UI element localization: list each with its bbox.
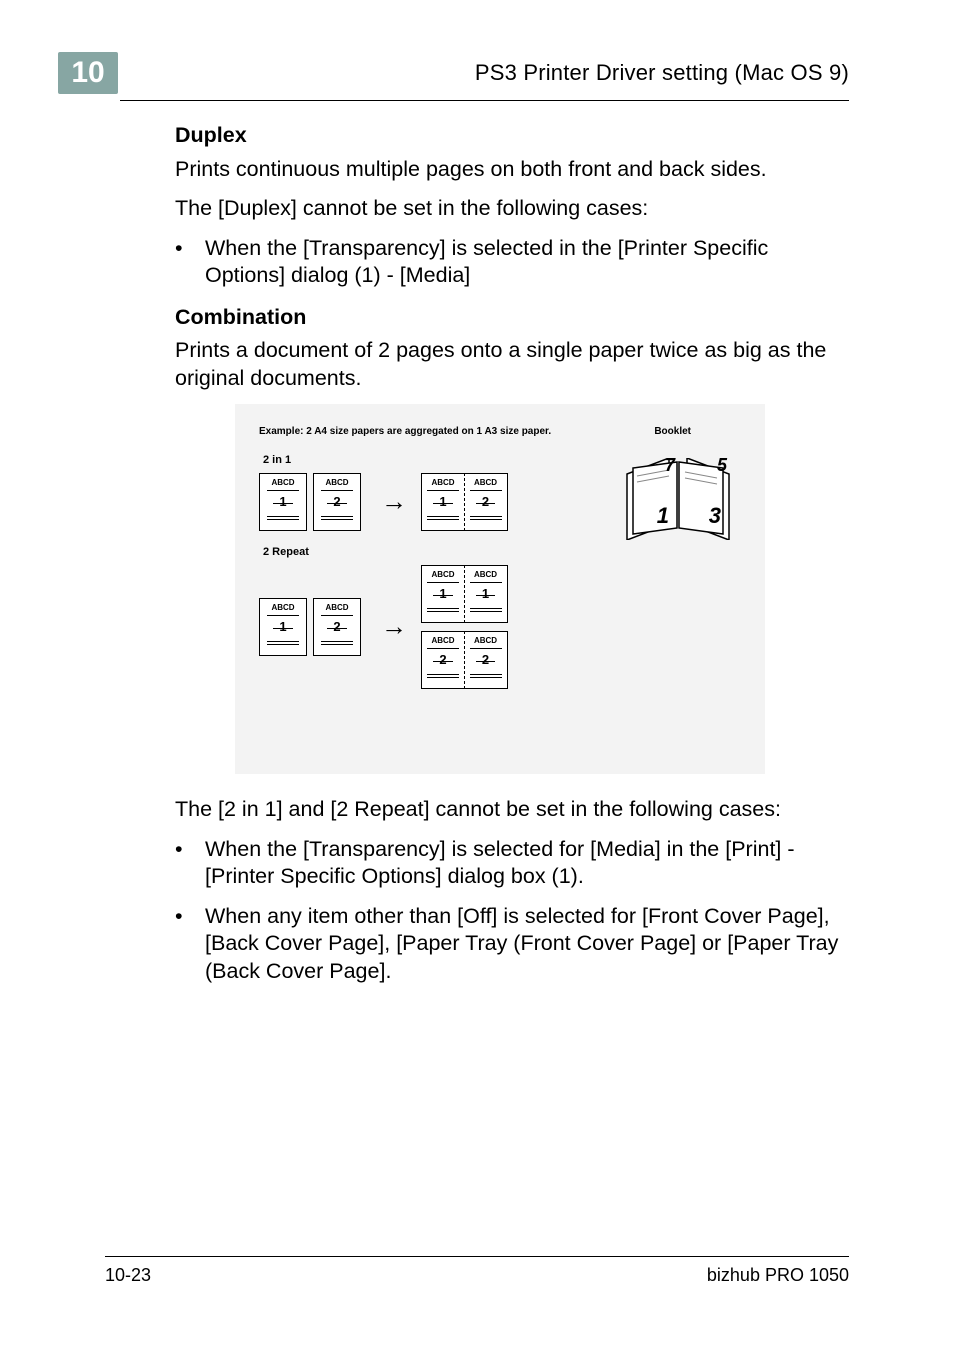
- page-line: [470, 674, 502, 675]
- booklet-back-left-num: 7: [665, 454, 675, 477]
- page-box-2in1-src-2: ABCD 2: [313, 473, 361, 531]
- combination-bullet-2-text: When any item other than [Off] is select…: [205, 903, 849, 986]
- combination-bullet-1: • When the [Transparency] is selected fo…: [175, 836, 849, 891]
- header-rule: [120, 100, 849, 101]
- duplex-bullet-1-text: When the [Transparency] is selected in t…: [205, 235, 849, 290]
- arrow-right-icon: →: [381, 610, 407, 643]
- abcd-label: ABCD: [271, 603, 294, 613]
- page-line: [267, 644, 299, 645]
- figure-caption-right: Booklet: [654, 426, 691, 439]
- page-line: [427, 516, 459, 517]
- arrow-right-icon: →: [381, 485, 407, 518]
- page-line: [470, 648, 502, 649]
- page-line: [321, 615, 353, 616]
- page-box-2repeat-src-2: ABCD 2: [313, 598, 361, 656]
- page-line: [267, 641, 299, 642]
- combination-note: The [2 in 1] and [2 Repeat] cannot be se…: [175, 796, 849, 824]
- booklet-back-right-num: 5: [717, 454, 727, 477]
- page-box-2repeat-result-1: ABCD 1 ABCD 1: [421, 565, 508, 623]
- chapter-number-badge: 10: [58, 52, 118, 94]
- combination-bullet-2: • When any item other than [Off] is sele…: [175, 903, 849, 986]
- page-num-2: 2: [333, 494, 340, 511]
- page-num-1: 1: [482, 586, 489, 603]
- page-line: [427, 648, 459, 649]
- combination-heading: Combination: [175, 304, 849, 332]
- combination-bullet-1-text: When the [Transparency] is selected for …: [205, 836, 849, 891]
- page-line: [321, 644, 353, 645]
- page-line: [267, 516, 299, 517]
- page-num-1: 1: [439, 586, 446, 603]
- duplex-intro: Prints continuous multiple pages on both…: [175, 156, 849, 184]
- abcd-label: ABCD: [474, 570, 497, 580]
- page-line: [427, 582, 459, 583]
- page-line: [321, 516, 353, 517]
- page-line: [321, 641, 353, 642]
- page-line: [470, 611, 502, 612]
- page-line: [427, 490, 459, 491]
- abcd-label: ABCD: [431, 478, 454, 488]
- page-line: [427, 674, 459, 675]
- page-num-1: 1: [439, 494, 446, 511]
- page-line: [427, 519, 459, 520]
- booklet-front-right-num: 3: [709, 502, 721, 530]
- page-line: [427, 608, 459, 609]
- page-num-2: 2: [439, 652, 446, 669]
- page-box-2in1-result: ABCD 1 ABCD 2: [421, 473, 508, 531]
- page-line: [267, 615, 299, 616]
- page-line: [321, 490, 353, 491]
- footer-product-name: bizhub PRO 1050: [707, 1265, 849, 1286]
- bullet-dot-icon: •: [175, 836, 205, 891]
- abcd-label: ABCD: [325, 478, 348, 488]
- abcd-label: ABCD: [474, 636, 497, 646]
- booklet-diagram: 7 1 5 3: [625, 458, 731, 536]
- page-num-2: 2: [482, 494, 489, 511]
- page-line: [321, 519, 353, 520]
- page-line: [470, 519, 502, 520]
- page-line: [470, 582, 502, 583]
- bullet-dot-icon: •: [175, 903, 205, 986]
- page-line: [470, 516, 502, 517]
- abcd-label: ABCD: [431, 570, 454, 580]
- duplex-bullet-1: • When the [Transparency] is selected in…: [175, 235, 849, 290]
- page-line: [267, 519, 299, 520]
- abcd-label: ABCD: [431, 636, 454, 646]
- header-title: PS3 Printer Driver setting (Mac OS 9): [475, 60, 849, 86]
- footer-page-number: 10-23: [105, 1265, 151, 1286]
- figure-caption-left: Example: 2 A4 size papers are aggregated…: [259, 426, 551, 439]
- page-line: [427, 677, 459, 678]
- page-num-1: 1: [279, 494, 286, 511]
- booklet-front-left-num: 1: [657, 502, 669, 530]
- page-line: [267, 490, 299, 491]
- page-num-1: 1: [279, 619, 286, 636]
- page-box-2repeat-result-2: ABCD 2 ABCD 2: [421, 631, 508, 689]
- label-2repeat: 2 Repeat: [263, 545, 741, 559]
- page-line: [470, 608, 502, 609]
- booklet-page-left: 7 1: [625, 458, 679, 536]
- page-box-2in1-src-1: ABCD 1: [259, 473, 307, 531]
- page-box-2repeat-src-1: ABCD 1: [259, 598, 307, 656]
- combination-intro: Prints a document of 2 pages onto a sing…: [175, 337, 849, 392]
- page-num-2: 2: [482, 652, 489, 669]
- page-line: [470, 677, 502, 678]
- duplex-note: The [Duplex] cannot be set in the follow…: [175, 195, 849, 223]
- bullet-dot-icon: •: [175, 235, 205, 290]
- combination-figure: Example: 2 A4 size papers are aggregated…: [235, 404, 765, 774]
- booklet-page-right: 5 3: [677, 458, 731, 536]
- abcd-label: ABCD: [474, 478, 497, 488]
- page-line: [470, 490, 502, 491]
- page-num-2: 2: [333, 619, 340, 636]
- duplex-heading: Duplex: [175, 122, 849, 150]
- abcd-label: ABCD: [325, 603, 348, 613]
- page-line: [427, 611, 459, 612]
- abcd-label: ABCD: [271, 478, 294, 488]
